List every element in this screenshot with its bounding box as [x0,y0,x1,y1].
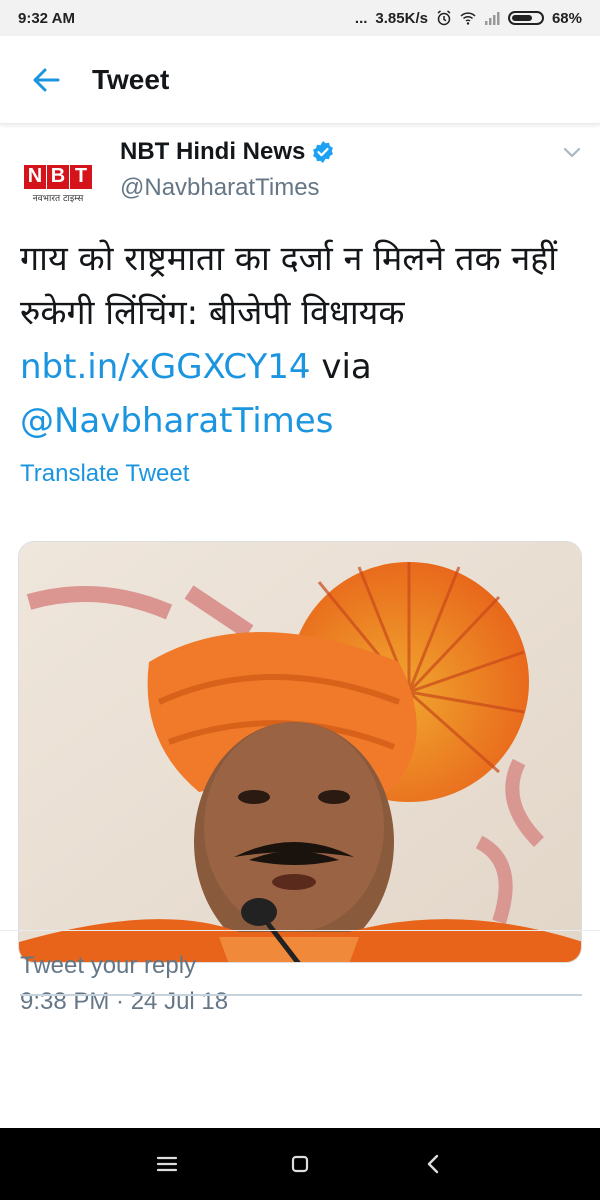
home-button[interactable] [270,1134,330,1194]
divider [0,930,600,931]
nbt-logo: N B T [24,164,92,189]
android-nav-bar [0,1128,600,1200]
app-bar: Tweet [0,36,600,124]
battery-percent: 68% [551,9,582,27]
status-dots: ... [354,9,368,27]
verified-badge-icon [313,141,334,163]
tweet: N B T नवभारत टाइम्स NBT Hindi News @Navb… [0,124,600,1015]
signal-icon [484,12,500,25]
menu-icon [156,1156,177,1172]
author-handle[interactable]: @NavbharatTimes [120,174,320,202]
status-time: 9:32 AM [18,9,75,27]
logo-letter: T [70,164,92,189]
alarm-icon [437,10,451,26]
tweet-mention[interactable]: @NavbharatTimes [20,401,333,441]
back-nav-button[interactable] [403,1134,463,1194]
tweet-photo [19,542,581,962]
battery-icon [507,11,544,25]
tweet-timestamp: 9:38 PM · 24 Jul 18 [20,988,229,1015]
tweet-text-main: गाय को राष्ट्रमाता का दर्जा न मिलने तक न… [20,239,558,333]
logo-subtitle: नवभारत टाइम्स [32,193,84,204]
network-speed: 3.85K/s [375,9,428,27]
chevron-left-icon [428,1154,439,1174]
wifi-icon [460,12,476,25]
back-button[interactable] [0,36,92,124]
logo-letter: N [24,164,46,189]
tweet-via: via [310,347,372,387]
author-name[interactable]: NBT Hindi News [120,138,335,166]
avatar[interactable]: N B T नवभारत टाइम्स [20,146,96,222]
reply-input-underline [20,994,582,996]
reply-input[interactable]: Tweet your reply [20,952,196,980]
status-bar: 9:32 AM ... 3.85K/s 68% [0,0,600,36]
arrow-left-icon [33,68,60,91]
logo-letter: B [47,164,69,189]
page-title: Tweet [92,63,170,95]
translate-tweet-link[interactable]: Translate Tweet [20,460,189,488]
tweet-image[interactable] [18,541,582,963]
square-home-icon [291,1155,309,1173]
tweet-link[interactable]: nbt.in/xGGXCY14 [20,347,311,387]
tweet-text: गाय को राष्ट्रमाता का दर्जा न मिलने तक न… [20,232,580,448]
chevron-down-icon[interactable] [562,142,582,162]
status-indicators: ... 3.85K/s 68% [355,10,582,27]
menu-button[interactable] [137,1134,197,1194]
tweet-header: N B T नवभारत टाइम्स NBT Hindi News @Navb… [0,124,600,224]
author-name-text: NBT Hindi News [120,138,306,165]
